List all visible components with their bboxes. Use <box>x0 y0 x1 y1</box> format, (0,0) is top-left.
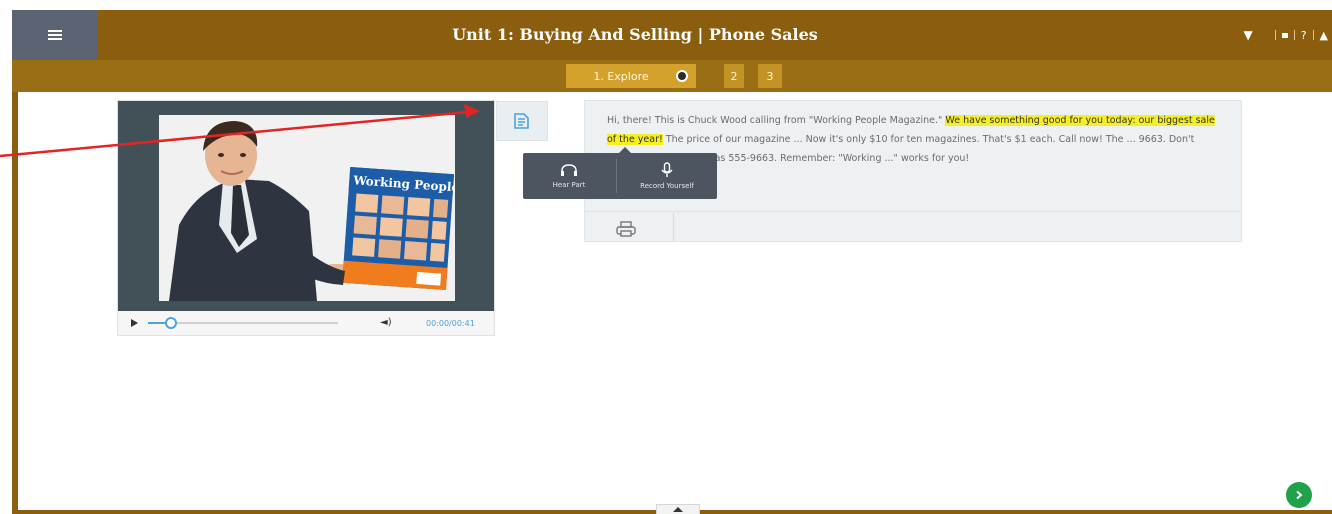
volume-icon[interactable]: ◄) <box>380 317 392 328</box>
header-tools: ▼ ? ▲ <box>1243 10 1328 60</box>
hear-part-button[interactable]: Hear Part <box>523 153 615 199</box>
app-header: Unit 1: Buying And Selling | Phone Sales… <box>12 10 1332 60</box>
time-readout: 00:00/00:41 <box>426 319 475 328</box>
next-button[interactable] <box>1286 482 1312 508</box>
divider <box>673 213 674 241</box>
divider <box>1274 30 1276 40</box>
divider <box>1312 30 1314 40</box>
screen-icon[interactable] <box>1281 32 1288 38</box>
page-title: Unit 1: Buying And Selling | Phone Sales <box>452 25 818 44</box>
record-yourself-label: Record Yourself <box>640 182 694 190</box>
tab-2[interactable]: 2 <box>724 64 744 88</box>
hamburger-menu-icon <box>48 30 62 40</box>
top-strip <box>0 0 1332 10</box>
media-viewport: Working People <box>118 101 494 311</box>
seek-handle[interactable] <box>164 317 177 329</box>
print-icon[interactable] <box>615 221 637 237</box>
frame-border-left <box>12 92 18 514</box>
chevron-right-icon <box>1296 490 1303 500</box>
microphone-icon <box>661 162 673 177</box>
hear-part-label: Hear Part <box>552 181 586 189</box>
passage-before[interactable]: Hi, there! This is Chuck Wood calling fr… <box>607 115 945 126</box>
help-icon[interactable]: ? <box>1301 29 1307 42</box>
salesman-illustration: Working People <box>159 115 455 301</box>
play-icon[interactable] <box>131 319 138 327</box>
divider <box>1293 30 1295 40</box>
book-icon <box>514 113 529 129</box>
salesman-photo: Working People <box>159 115 455 301</box>
audio-player: ◄) 00:00/00:41 <box>118 311 494 335</box>
active-dot-icon <box>676 70 688 82</box>
record-yourself-button[interactable]: Record Yourself <box>617 153 717 199</box>
tab-explore[interactable]: 1. Explore <box>566 64 696 88</box>
chevron-down-icon[interactable]: ▼ <box>1243 28 1252 42</box>
divider <box>585 211 1241 212</box>
tab-3[interactable]: 3 <box>758 64 782 88</box>
menu-button[interactable] <box>12 10 98 60</box>
user-icon[interactable]: ▲ <box>1320 29 1328 42</box>
step-tabs: 1. Explore 2 3 <box>12 60 1332 92</box>
tab-label: 1. Explore <box>593 69 649 83</box>
chevron-up-icon <box>673 507 683 512</box>
sentence-popup: Hear Part Record Yourself <box>523 147 717 199</box>
media-panel: Working People ◄) 00:00/00:41 <box>117 100 495 336</box>
headphones-icon <box>561 164 577 176</box>
module-button[interactable] <box>496 101 548 141</box>
collapse-tab[interactable] <box>656 504 700 514</box>
